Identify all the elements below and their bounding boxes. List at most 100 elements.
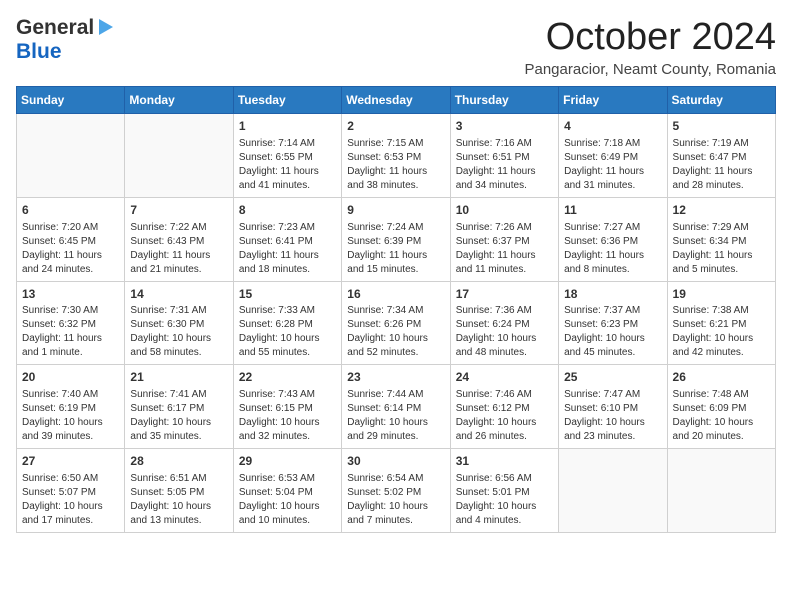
calendar-day-cell: 26Sunrise: 7:48 AM Sunset: 6:09 PM Dayli… (667, 365, 775, 449)
day-number: 21 (130, 369, 227, 386)
day-info-text: Sunrise: 7:44 AM Sunset: 6:14 PM Dayligh… (347, 388, 444, 444)
day-number: 6 (22, 202, 119, 219)
calendar-table: SundayMondayTuesdayWednesdayThursdayFrid… (16, 86, 776, 533)
weekday-header-cell: Saturday (667, 87, 775, 114)
calendar-day-cell: 31 Sunrise: 6:56 AM Sunset: 5:01 PM Dayli… (450, 449, 558, 533)
logo-general-text: General (16, 16, 94, 40)
logo: General Blue (16, 16, 115, 64)
day-info-text: Sunrise: 7:41 AM Sunset: 6:17 PM Dayligh… (130, 388, 227, 444)
day-number: 26 (673, 369, 770, 386)
calendar-day-cell: 2 Sunrise: 7:15 AM Sunset: 6:53 PM Daylig… (342, 114, 450, 198)
day-info-text: Sunrise: 7:27 AM Sunset: 6:36 PM Dayligh… (564, 221, 661, 277)
calendar-day-cell: 14Sunrise: 7:31 AM Sunset: 6:30 PM Dayli… (125, 281, 233, 365)
day-number: 20 (22, 369, 119, 386)
day-info-text: Sunrise: 7:46 AM Sunset: 6:12 PM Dayligh… (456, 388, 553, 444)
day-number: 23 (347, 369, 444, 386)
day-number: 17 (456, 286, 553, 303)
calendar-day-cell: 24 Sunrise: 7:46 AM Sunset: 6:12 PM Dayli… (450, 365, 558, 449)
day-info-text: Sunrise: 7:37 AM Sunset: 6:23 PM Dayligh… (564, 304, 661, 360)
day-info-text: Sunrise: 7:24 AM Sunset: 6:39 PM Dayligh… (347, 221, 444, 277)
day-info-text: Sunrise: 7:18 AM Sunset: 6:49 PM Dayligh… (564, 137, 661, 193)
calendar-day-cell: 8Sunrise: 7:23 AM Sunset: 6:41 PM Daylig… (233, 197, 341, 281)
calendar-day-cell: 16Sunrise: 7:34 AM Sunset: 6:26 PM Dayli… (342, 281, 450, 365)
weekday-header-cell: Sunday (17, 87, 125, 114)
day-info-text: Sunrise: 6:56 AM Sunset: 5:01 PM Dayligh… (456, 472, 553, 528)
weekday-header-cell: Friday (559, 87, 667, 114)
month-title: October 2024 (524, 16, 776, 59)
day-info-text: Sunrise: 7:36 AM Sunset: 6:24 PM Dayligh… (456, 304, 553, 360)
weekday-header-cell: Tuesday (233, 87, 341, 114)
day-info-text: Sunrise: 7:22 AM Sunset: 6:43 PM Dayligh… (130, 221, 227, 277)
day-number: 19 (673, 286, 770, 303)
calendar-body: 1 Sunrise: 7:14 AM Sunset: 6:55 PM Daylig… (17, 114, 776, 533)
day-info-text: Sunrise: 7:40 AM Sunset: 6:19 PM Dayligh… (22, 388, 119, 444)
weekday-header-cell: Monday (125, 87, 233, 114)
calendar-day-cell: 4 Sunrise: 7:18 AM Sunset: 6:49 PM Daylig… (559, 114, 667, 198)
location-subtitle: Pangaracior, Neamt County, Romania (524, 61, 776, 78)
day-number: 4 (564, 118, 661, 135)
day-info-text: Sunrise: 7:30 AM Sunset: 6:32 PM Dayligh… (22, 304, 119, 360)
calendar-day-cell: 19Sunrise: 7:38 AM Sunset: 6:21 PM Dayli… (667, 281, 775, 365)
day-info-text: Sunrise: 7:19 AM Sunset: 6:47 PM Dayligh… (673, 137, 770, 193)
day-info-text: Sunrise: 7:29 AM Sunset: 6:34 PM Dayligh… (673, 221, 770, 277)
day-number: 5 (673, 118, 770, 135)
calendar-week-row: 1 Sunrise: 7:14 AM Sunset: 6:55 PM Daylig… (17, 114, 776, 198)
day-number: 29 (239, 453, 336, 470)
calendar-day-cell: 27 Sunrise: 6:50 AM Sunset: 5:07 PM Dayli… (17, 449, 125, 533)
calendar-day-cell (559, 449, 667, 533)
weekday-header-cell: Wednesday (342, 87, 450, 114)
calendar-day-cell: 7 Sunrise: 7:22 AM Sunset: 6:43 PM Daylig… (125, 197, 233, 281)
calendar-week-row: 20 Sunrise: 7:40 AM Sunset: 6:19 PM Dayli… (17, 365, 776, 449)
day-info-text: Sunrise: 7:33 AM Sunset: 6:28 PM Dayligh… (239, 304, 336, 360)
day-number: 3 (456, 118, 553, 135)
day-number: 13 (22, 286, 119, 303)
calendar-day-cell (667, 449, 775, 533)
calendar-day-cell: 9Sunrise: 7:24 AM Sunset: 6:39 PM Daylig… (342, 197, 450, 281)
calendar-day-cell: 11 Sunrise: 7:27 AM Sunset: 6:36 PM Dayli… (559, 197, 667, 281)
day-number: 8 (239, 202, 336, 219)
title-block: October 2024 Pangaracior, Neamt County, … (524, 16, 776, 78)
day-info-text: Sunrise: 7:34 AM Sunset: 6:26 PM Dayligh… (347, 304, 444, 360)
day-number: 25 (564, 369, 661, 386)
page-header: General Blue October 2024 Pangaracior, N… (16, 16, 776, 78)
day-info-text: Sunrise: 7:15 AM Sunset: 6:53 PM Dayligh… (347, 137, 444, 193)
day-number: 10 (456, 202, 553, 219)
calendar-day-cell: 1 Sunrise: 7:14 AM Sunset: 6:55 PM Daylig… (233, 114, 341, 198)
calendar-day-cell: 30 Sunrise: 6:54 AM Sunset: 5:02 PM Dayli… (342, 449, 450, 533)
day-number: 22 (239, 369, 336, 386)
weekday-header-cell: Thursday (450, 87, 558, 114)
day-info-text: Sunrise: 7:16 AM Sunset: 6:51 PM Dayligh… (456, 137, 553, 193)
day-number: 27 (22, 453, 119, 470)
day-number: 2 (347, 118, 444, 135)
logo-blue-text: Blue (16, 40, 62, 63)
day-info-text: Sunrise: 6:51 AM Sunset: 5:05 PM Dayligh… (130, 472, 227, 528)
day-info-text: Sunrise: 6:54 AM Sunset: 5:02 PM Dayligh… (347, 472, 444, 528)
day-number: 24 (456, 369, 553, 386)
day-info-text: Sunrise: 7:47 AM Sunset: 6:10 PM Dayligh… (564, 388, 661, 444)
calendar-week-row: 27 Sunrise: 6:50 AM Sunset: 5:07 PM Dayli… (17, 449, 776, 533)
day-info-text: Sunrise: 6:50 AM Sunset: 5:07 PM Dayligh… (22, 472, 119, 528)
day-number: 18 (564, 286, 661, 303)
calendar-day-cell: 10 Sunrise: 7:26 AM Sunset: 6:37 PM Dayli… (450, 197, 558, 281)
day-info-text: Sunrise: 7:43 AM Sunset: 6:15 PM Dayligh… (239, 388, 336, 444)
day-info-text: Sunrise: 7:14 AM Sunset: 6:55 PM Dayligh… (239, 137, 336, 193)
day-info-text: Sunrise: 6:53 AM Sunset: 5:04 PM Dayligh… (239, 472, 336, 528)
calendar-day-cell: 21 Sunrise: 7:41 AM Sunset: 6:17 PM Dayli… (125, 365, 233, 449)
calendar-day-cell: 6Sunrise: 7:20 AM Sunset: 6:45 PM Daylig… (17, 197, 125, 281)
day-number: 1 (239, 118, 336, 135)
day-number: 11 (564, 202, 661, 219)
calendar-week-row: 13Sunrise: 7:30 AM Sunset: 6:32 PM Dayli… (17, 281, 776, 365)
calendar-day-cell: 25 Sunrise: 7:47 AM Sunset: 6:10 PM Dayli… (559, 365, 667, 449)
day-number: 16 (347, 286, 444, 303)
calendar-week-row: 6Sunrise: 7:20 AM Sunset: 6:45 PM Daylig… (17, 197, 776, 281)
day-info-text: Sunrise: 7:26 AM Sunset: 6:37 PM Dayligh… (456, 221, 553, 277)
calendar-day-cell: 15Sunrise: 7:33 AM Sunset: 6:28 PM Dayli… (233, 281, 341, 365)
day-number: 14 (130, 286, 227, 303)
day-number: 30 (347, 453, 444, 470)
calendar-day-cell (17, 114, 125, 198)
day-number: 12 (673, 202, 770, 219)
logo-arrow-icon (95, 17, 115, 37)
calendar-day-cell: 13Sunrise: 7:30 AM Sunset: 6:32 PM Dayli… (17, 281, 125, 365)
day-number: 7 (130, 202, 227, 219)
day-number: 31 (456, 453, 553, 470)
